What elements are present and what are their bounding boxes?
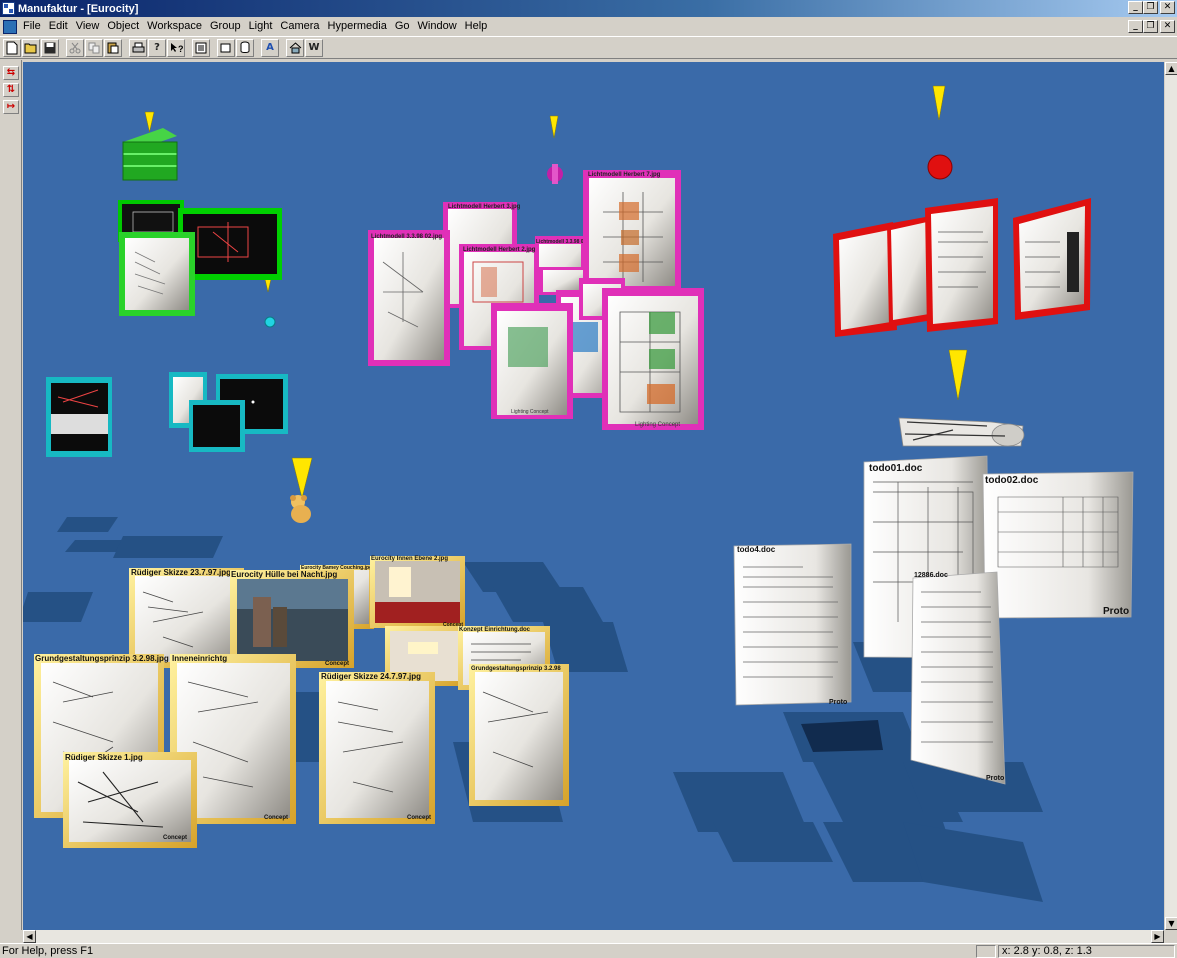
redo-icon[interactable]: ⇅ xyxy=(3,83,19,97)
maximize-button[interactable]: ❐ xyxy=(1143,1,1158,14)
mdi-restore-button[interactable]: ❐ xyxy=(1143,20,1158,33)
menu-group[interactable]: Group xyxy=(206,18,245,35)
workspace-scene[interactable]: Lichtmodell Herbert 3.jpg Lichtmodell 3.… xyxy=(23,62,1164,930)
menu-bar: File Edit View Object Workspace Group Li… xyxy=(0,17,1177,36)
status-coordinates: x: 2.8 y: 0.8, z: 1.3 xyxy=(998,945,1175,958)
scroll-right-icon[interactable]: ▶ xyxy=(1151,930,1164,943)
menu-light[interactable]: Light xyxy=(245,18,277,35)
save-icon[interactable] xyxy=(41,38,59,57)
vertical-scrollbar[interactable]: ▲ ▼ xyxy=(1164,62,1177,930)
magenta-group-node[interactable] xyxy=(547,164,563,184)
card-label: Rüdiger Skizze 1.jpg xyxy=(65,753,143,762)
card-label: todo02.doc xyxy=(985,475,1039,486)
mdi-close-button[interactable]: ✕ xyxy=(1160,20,1175,33)
close-button[interactable]: ✕ xyxy=(1160,1,1175,14)
menu-object[interactable]: Object xyxy=(103,18,143,35)
new-icon[interactable] xyxy=(3,38,21,57)
menu-view[interactable]: View xyxy=(72,18,104,35)
box-icon[interactable] xyxy=(217,38,235,57)
card-label: Lichtmodell Herbert 3.jpg xyxy=(448,204,521,210)
teddy-bear-object[interactable] xyxy=(290,495,311,523)
menu-go[interactable]: Go xyxy=(391,18,414,35)
card-tag: Concept xyxy=(407,815,431,821)
title-bar[interactable]: Manufaktur - [Eurocity] _ ❐ ✕ xyxy=(0,0,1177,17)
card-label: Lichtmodell Herbert 2.jpg xyxy=(463,247,536,253)
scroll-down-icon[interactable]: ▼ xyxy=(1165,917,1177,930)
card-label: Rüdiger Skizze 23.7.97.jpg xyxy=(131,568,231,577)
menu-workspace[interactable]: Workspace xyxy=(143,18,206,35)
menu-file[interactable]: File xyxy=(19,18,45,35)
card-label: Grundgestaltungsprinzip 3.2.98.jpg xyxy=(35,654,169,663)
card-label: Eurocity Innen Ebene 2.jpg xyxy=(371,556,448,562)
house-icon[interactable] xyxy=(286,38,304,57)
cut-icon[interactable] xyxy=(66,38,84,57)
card-label: Konzept Einrichtung.doc xyxy=(459,627,531,633)
card-label: Lichtmodell 3.3.98 02.jpg xyxy=(371,234,442,240)
cylinder-icon[interactable] xyxy=(236,38,254,57)
card-tag: Proto xyxy=(986,775,1004,782)
w-icon[interactable]: W xyxy=(305,38,323,57)
window-title: Manufaktur - [Eurocity] xyxy=(18,2,139,15)
card-tag: Lighting Concept xyxy=(511,409,549,415)
toolbar: ? ? A W xyxy=(0,36,1177,59)
paste-icon[interactable] xyxy=(104,38,122,57)
card-label: Rüdiger Skizze 24.7.97.jpg xyxy=(321,672,421,681)
document-icon[interactable] xyxy=(3,19,17,34)
mdi-minimize-button[interactable]: _ xyxy=(1128,20,1143,33)
card-tag: Lighting Concept xyxy=(635,422,680,428)
card-tag: Concept xyxy=(163,835,187,841)
cyan-group-node[interactable] xyxy=(264,316,276,328)
red-group-node[interactable] xyxy=(927,154,953,180)
menu-window[interactable]: Window xyxy=(414,18,461,35)
menu-edit[interactable]: Edit xyxy=(45,18,72,35)
context-help-icon[interactable]: ? xyxy=(167,38,185,57)
open-icon[interactable] xyxy=(22,38,40,57)
card-tag: Proto xyxy=(829,699,847,706)
card-tag: Concept xyxy=(325,661,349,667)
doc-icon[interactable] xyxy=(192,38,210,57)
horizontal-scrollbar[interactable]: ◀ ▶ xyxy=(23,930,1164,943)
exit-icon[interactable]: ↦ xyxy=(3,100,19,114)
menu-hypermedia[interactable]: Hypermedia xyxy=(324,18,391,35)
text-icon[interactable]: A xyxy=(261,38,279,57)
red-card-group[interactable] xyxy=(833,154,1091,337)
binder-object[interactable] xyxy=(898,417,1025,447)
card-label: todo4.doc xyxy=(737,545,776,554)
green-group-shelf-icon[interactable] xyxy=(122,128,178,181)
status-bar: For Help, press F1 x: 2.8 y: 0.8, z: 1.3 xyxy=(0,943,1177,958)
print-icon[interactable] xyxy=(129,38,147,57)
minimize-button[interactable]: _ xyxy=(1128,1,1143,14)
magenta-card-group[interactable]: Lichtmodell Herbert 3.jpg Lichtmodell 3.… xyxy=(368,164,704,430)
left-toolbar: ⇆ ⇅ ↦ xyxy=(0,60,22,930)
app-icon[interactable] xyxy=(2,2,15,15)
card-label: todo01.doc xyxy=(869,463,923,474)
menu-camera[interactable]: Camera xyxy=(276,18,323,35)
card-label: Inneneinrichtg xyxy=(172,654,227,663)
green-card-group[interactable] xyxy=(118,200,282,316)
card-label: Eurocity Hülle bei Nacht.jpg xyxy=(231,570,337,579)
scroll-left-icon[interactable]: ◀ xyxy=(23,930,36,943)
card-label: Grundgestaltungsprinzip 3.2.98 xyxy=(471,666,561,672)
status-pane xyxy=(976,945,996,958)
card-label: Lichtmodell Herbert 7.jpg xyxy=(588,172,661,178)
scroll-up-icon[interactable]: ▲ xyxy=(1165,62,1177,75)
cyan-card-group[interactable] xyxy=(46,372,288,457)
svg-text:?: ? xyxy=(178,44,183,54)
application-window: Manufaktur - [Eurocity] _ ❐ ✕ File Edit … xyxy=(0,0,1177,958)
card-label: 12886.doc xyxy=(914,572,948,579)
menu-help[interactable]: Help xyxy=(461,18,492,35)
card-tag: Proto xyxy=(1103,606,1129,617)
copy-icon[interactable] xyxy=(85,38,103,57)
undo-icon[interactable]: ⇆ xyxy=(3,66,19,80)
3d-workspace-viewport[interactable]: Lichtmodell Herbert 3.jpg Lichtmodell 3.… xyxy=(23,62,1164,930)
help-icon[interactable]: ? xyxy=(148,38,166,57)
card-tag: Concept xyxy=(264,815,288,821)
